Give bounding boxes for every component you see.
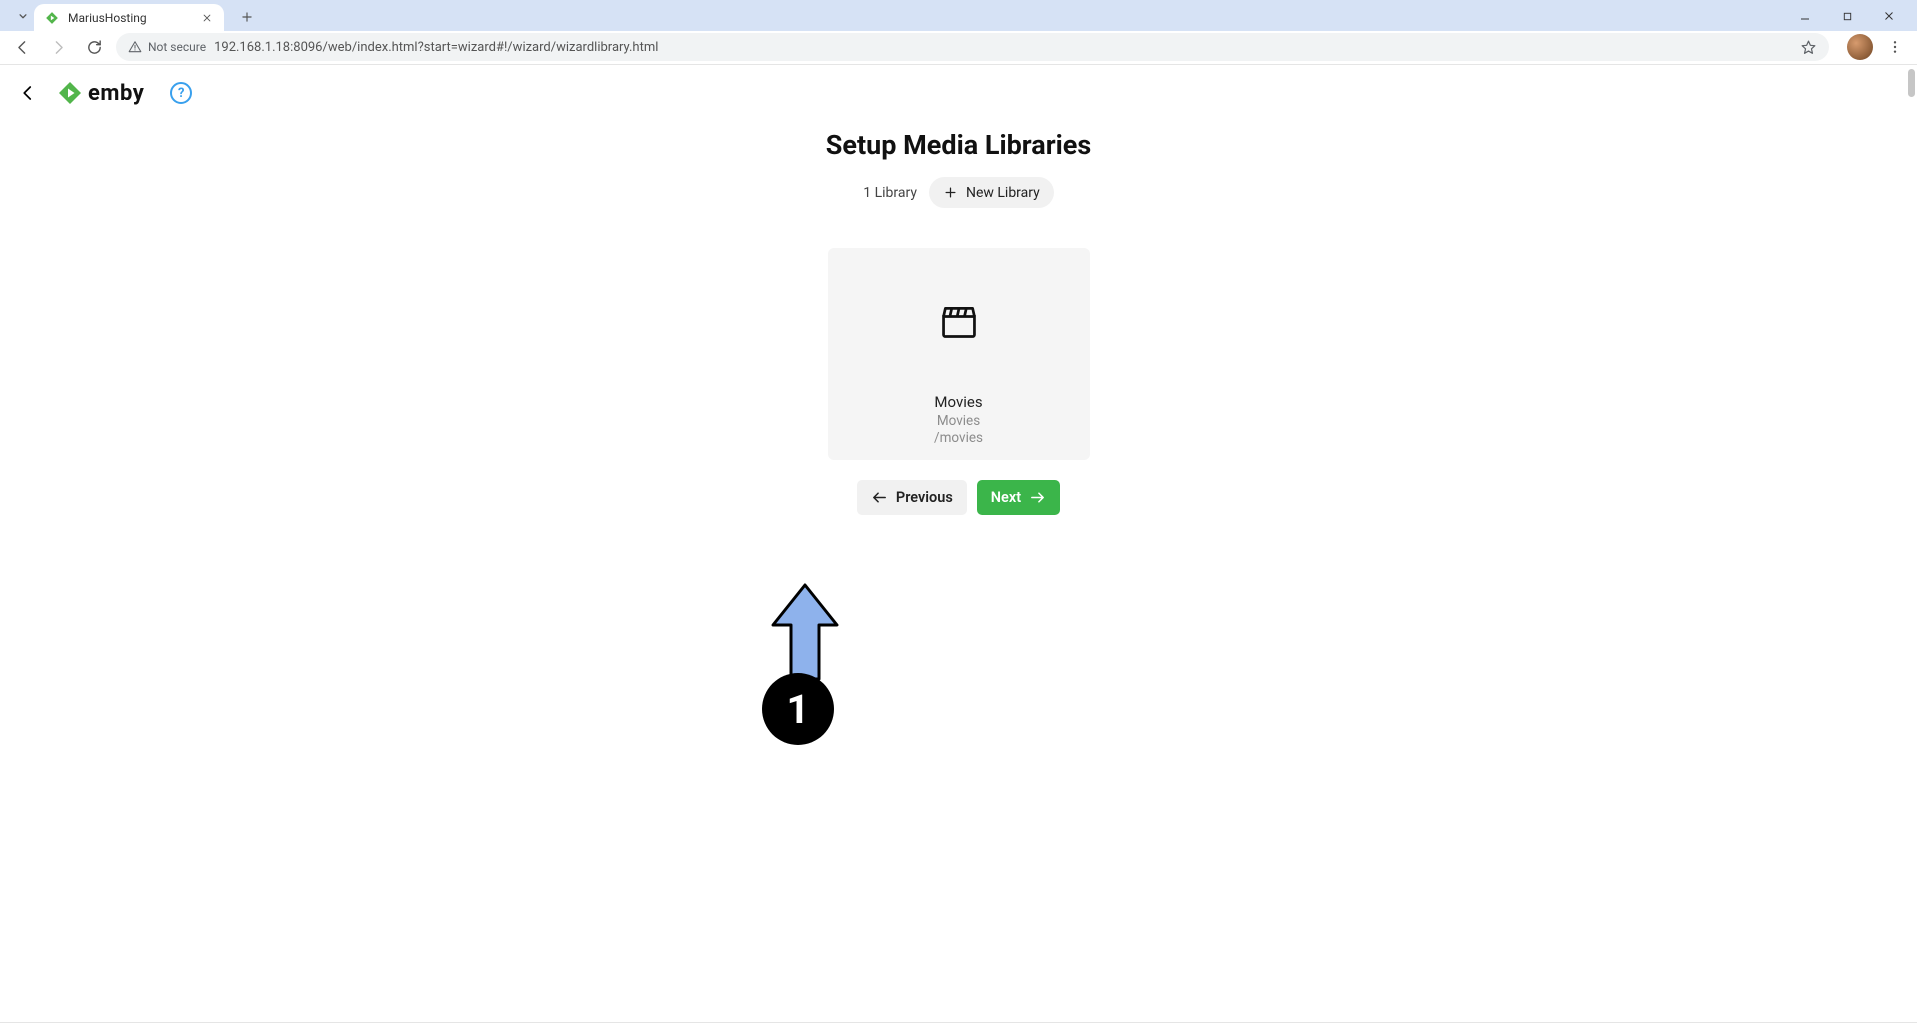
app-back-button[interactable] (18, 83, 38, 103)
reload-button[interactable] (80, 33, 108, 61)
new-library-button[interactable]: New Library (929, 177, 1054, 208)
security-label: Not secure (148, 40, 206, 54)
back-button[interactable] (8, 33, 36, 61)
previous-button[interactable]: Previous (857, 480, 967, 515)
page-body: emby ? Setup Media Libraries 1 Library N… (0, 64, 1917, 1023)
plus-icon (943, 185, 958, 200)
next-label: Next (991, 489, 1021, 506)
library-card[interactable]: Movies Movies /movies (828, 248, 1090, 460)
annotation-step-badge: 1 (762, 673, 834, 745)
emby-favicon-icon (44, 10, 60, 26)
library-name: Movies (934, 393, 982, 411)
arrow-right-icon (1029, 489, 1046, 506)
browser-tab-title: MariusHosting (68, 11, 192, 25)
bookmark-icon[interactable] (1800, 39, 1817, 56)
main-content: Setup Media Libraries 1 Library New Libr… (0, 121, 1917, 515)
close-window-button[interactable] (1875, 5, 1903, 27)
minimize-button[interactable] (1791, 5, 1819, 27)
chrome-menu-icon[interactable] (1881, 33, 1909, 61)
movie-icon (939, 304, 979, 339)
warning-icon (128, 40, 142, 54)
security-indicator[interactable]: Not secure (128, 40, 206, 54)
page-title: Setup Media Libraries (826, 129, 1091, 161)
previous-label: Previous (896, 489, 953, 506)
next-button[interactable]: Next (977, 480, 1060, 515)
library-count: 1 Library (863, 185, 917, 201)
browser-toolbar: Not secure 192.168.1.18:8096/web/index.h… (0, 31, 1917, 64)
address-bar[interactable]: Not secure 192.168.1.18:8096/web/index.h… (116, 33, 1829, 61)
help-icon: ? (178, 86, 184, 101)
close-tab-icon[interactable] (200, 11, 214, 25)
browser-tab[interactable]: MariusHosting (34, 4, 224, 31)
help-button[interactable]: ? (170, 82, 192, 104)
scrollbar[interactable] (1908, 69, 1915, 97)
maximize-button[interactable] (1833, 5, 1861, 27)
browser-tab-strip: MariusHosting (0, 0, 1917, 31)
app-header: emby ? (0, 65, 1917, 121)
profile-avatar[interactable] (1847, 34, 1873, 60)
annotation-arrow (767, 579, 843, 685)
emby-logo[interactable]: emby (58, 81, 144, 106)
wizard-nav: Previous Next (857, 480, 1060, 515)
annotation-step-number: 1 (787, 686, 810, 733)
new-tab-button[interactable] (234, 4, 260, 30)
arrow-left-icon (871, 489, 888, 506)
tab-dropdown-icon[interactable] (12, 5, 34, 27)
url-text: 192.168.1.18:8096/web/index.html?start=w… (214, 40, 1792, 55)
forward-button[interactable] (44, 33, 72, 61)
new-library-label: New Library (966, 185, 1040, 201)
library-toolbar: 1 Library New Library (863, 177, 1054, 208)
page-frame: emby ? Setup Media Libraries 1 Library N… (0, 64, 1917, 1023)
window-controls (1791, 5, 1909, 27)
emby-logo-icon (58, 81, 82, 105)
emby-logo-text: emby (88, 81, 144, 106)
library-path: /movies (934, 430, 983, 446)
library-type: Movies (937, 413, 980, 429)
